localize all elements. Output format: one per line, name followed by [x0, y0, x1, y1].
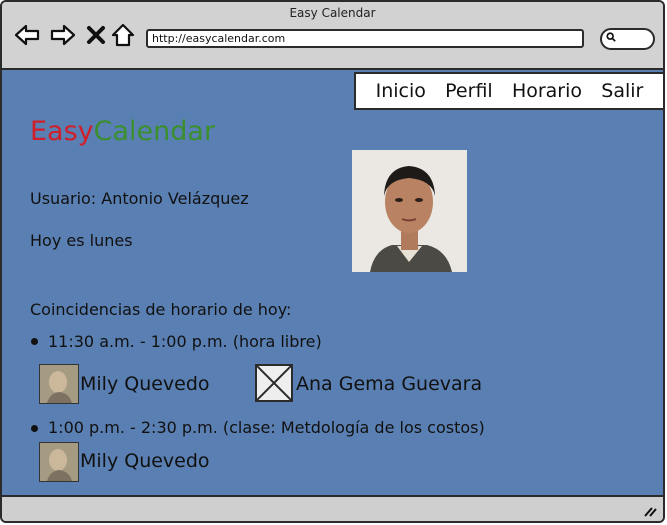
url-text: http://easycalendar.com: [152, 32, 286, 45]
search-field[interactable]: [600, 28, 655, 50]
avatar[interactable]: [39, 364, 79, 404]
browser-window: Easy Calendar http://easycalendar.com In…: [0, 0, 665, 523]
resize-grip-icon[interactable]: [643, 505, 657, 517]
slot-2-time: 1:00 p.m. - 2:30 p.m. (clase: Metdología…: [48, 418, 485, 437]
image-placeholder-icon: [255, 364, 293, 402]
close-x-icon[interactable]: [83, 22, 109, 48]
forward-arrow-icon[interactable]: [50, 22, 76, 48]
person-name[interactable]: Mily Quevedo: [80, 450, 210, 472]
home-icon[interactable]: [110, 22, 136, 48]
person-name[interactable]: Mily Quevedo: [80, 373, 210, 395]
slot-1-time: 11:30 a.m. - 1:00 p.m. (hora libre): [48, 332, 322, 351]
window-title: Easy Calendar: [289, 6, 376, 20]
menu-item-inicio[interactable]: Inicio: [376, 80, 426, 102]
menu-item-salir[interactable]: Salir: [601, 80, 643, 102]
browser-toolbar: Easy Calendar http://easycalendar.com: [2, 2, 663, 70]
page-content: Inicio Perfil Horario Salir EasyCalendar…: [2, 70, 663, 498]
today-label: Hoy es lunes: [30, 231, 133, 250]
logo-calendar: Calendar: [93, 116, 216, 147]
back-arrow-icon[interactable]: [14, 22, 40, 48]
menu-item-horario[interactable]: Horario: [512, 80, 582, 102]
main-menu: Inicio Perfil Horario Salir: [354, 72, 663, 110]
logo-easy: Easy: [30, 116, 94, 147]
address-bar[interactable]: http://easycalendar.com: [146, 29, 584, 48]
app-logo: EasyCalendar: [30, 116, 215, 147]
avatar[interactable]: [39, 442, 79, 482]
search-icon: [606, 32, 616, 42]
user-label: Usuario: Antonio Velázquez: [30, 189, 249, 208]
person-name[interactable]: Ana Gema Guevara: [296, 373, 482, 395]
user-photo: [352, 150, 467, 272]
bullet-icon: [31, 425, 38, 432]
bullet-icon: [31, 338, 38, 345]
status-bar: [2, 495, 663, 521]
matches-heading: Coincidencias de horario de hoy:: [30, 300, 292, 319]
menu-item-perfil[interactable]: Perfil: [445, 80, 493, 102]
